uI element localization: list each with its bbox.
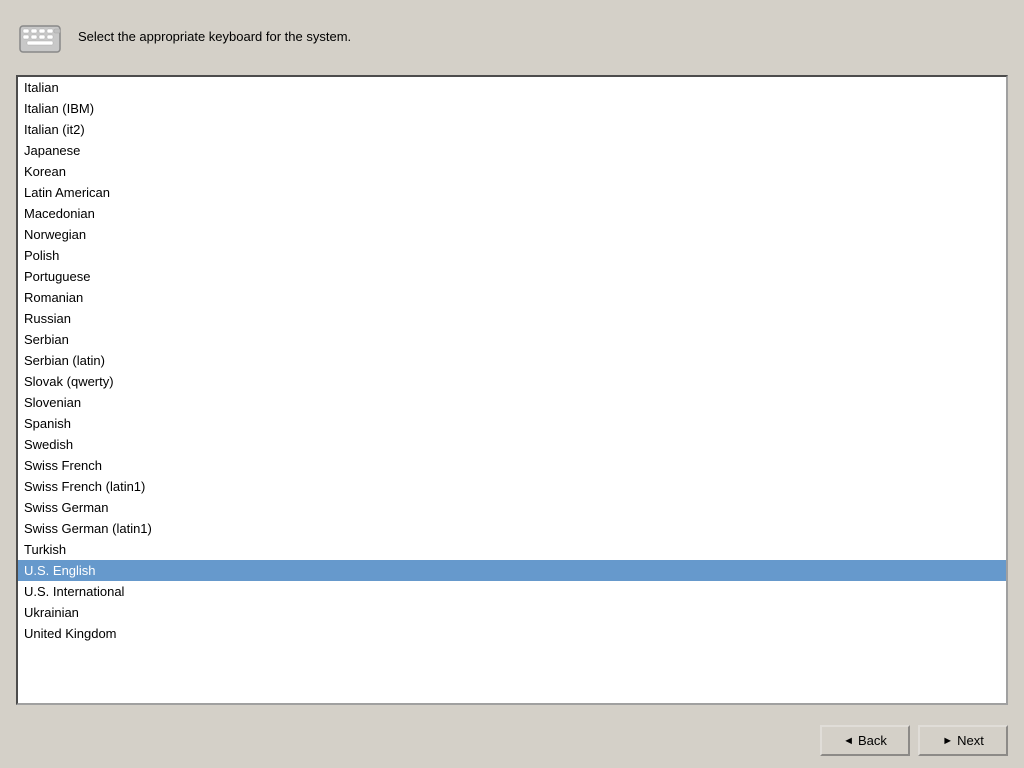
- list-item[interactable]: Macedonian: [18, 203, 1006, 224]
- keyboard-list[interactable]: ItalianItalian (IBM)Italian (it2)Japanes…: [18, 77, 1006, 703]
- footer: ◄ Back ► Next: [0, 713, 1024, 768]
- list-item[interactable]: Swiss French: [18, 455, 1006, 476]
- list-item[interactable]: Ukrainian: [18, 602, 1006, 623]
- list-item[interactable]: Slovak (qwerty): [18, 371, 1006, 392]
- next-arrow-icon: ►: [942, 735, 953, 747]
- back-button[interactable]: ◄ Back: [820, 725, 910, 756]
- header: Select the appropriate keyboard for the …: [0, 0, 1024, 75]
- list-item[interactable]: Polish: [18, 245, 1006, 266]
- list-item[interactable]: Serbian: [18, 329, 1006, 350]
- list-item[interactable]: Romanian: [18, 287, 1006, 308]
- list-item[interactable]: Serbian (latin): [18, 350, 1006, 371]
- list-item[interactable]: Swiss German (latin1): [18, 518, 1006, 539]
- list-item[interactable]: Russian: [18, 308, 1006, 329]
- back-label: Back: [858, 733, 887, 748]
- list-item[interactable]: U.S. English: [18, 560, 1006, 581]
- list-item[interactable]: Latin American: [18, 182, 1006, 203]
- list-item[interactable]: Korean: [18, 161, 1006, 182]
- list-item[interactable]: Portuguese: [18, 266, 1006, 287]
- list-item[interactable]: U.S. International: [18, 581, 1006, 602]
- list-item[interactable]: Italian: [18, 77, 1006, 98]
- main-content: ItalianItalian (IBM)Italian (it2)Japanes…: [0, 75, 1024, 713]
- list-item[interactable]: Italian (IBM): [18, 98, 1006, 119]
- list-item[interactable]: Spanish: [18, 413, 1006, 434]
- list-item[interactable]: Slovenian: [18, 392, 1006, 413]
- list-item[interactable]: Swiss German: [18, 497, 1006, 518]
- back-arrow-icon: ◄: [843, 735, 854, 747]
- list-item[interactable]: Swiss French (latin1): [18, 476, 1006, 497]
- keyboard-icon: [16, 12, 64, 63]
- list-item[interactable]: Norwegian: [18, 224, 1006, 245]
- next-button[interactable]: ► Next: [918, 725, 1008, 756]
- header-description: Select the appropriate keyboard for the …: [78, 28, 351, 46]
- list-item[interactable]: Italian (it2): [18, 119, 1006, 140]
- list-item[interactable]: United Kingdom: [18, 623, 1006, 644]
- list-item[interactable]: Swedish: [18, 434, 1006, 455]
- list-item[interactable]: Turkish: [18, 539, 1006, 560]
- list-item[interactable]: Japanese: [18, 140, 1006, 161]
- keyboard-list-container: ItalianItalian (IBM)Italian (it2)Japanes…: [16, 75, 1008, 705]
- keyboard-svg: [16, 12, 64, 60]
- next-label: Next: [957, 733, 984, 748]
